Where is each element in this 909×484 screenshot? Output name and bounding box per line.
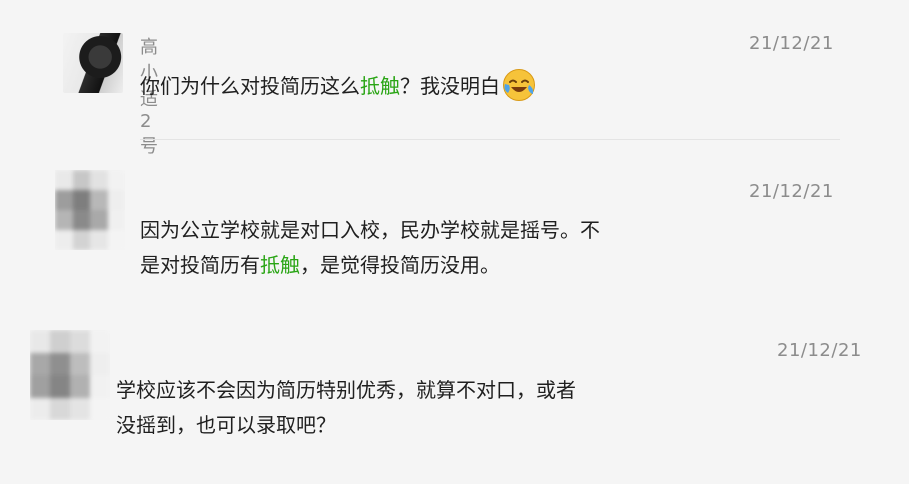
comment-text-part: 是对投简历有 <box>140 253 260 277</box>
comment-text-line: 没摇到，也可以录取吧？ <box>116 413 336 437</box>
comment-divider <box>140 139 840 140</box>
comment-text-line: 学校应该不会因为简历特别优秀，就算不对口，或者 <box>116 378 576 402</box>
avatar[interactable] <box>30 330 110 420</box>
comment-timestamp: 21/12/21 <box>777 340 862 361</box>
comment-text-line: 因为公立学校就是对口入校，民办学校就是摇号。不 <box>140 218 600 242</box>
blurred-avatar-image <box>30 330 110 420</box>
comment-text-line: 是对投简历有抵触，是觉得投简历没用。 <box>140 248 600 283</box>
comment-timestamp: 21/12/21 <box>749 181 834 202</box>
comment-text: 你们为什么对投简历这么抵触？我没明白 <box>140 68 536 105</box>
comment-text-part: 你们为什么对投简历这么 <box>140 74 360 98</box>
comment-text-part: ，是觉得投简历没用。 <box>300 253 500 277</box>
avatar[interactable] <box>63 33 123 93</box>
tears-of-joy-emoji-icon <box>503 68 535 101</box>
avatar-image <box>63 33 123 93</box>
comment-text: 因为公立学校就是对口入校，民办学校就是摇号。不 是对投简历有抵触，是觉得投简历没… <box>140 213 600 283</box>
highlighted-keyword: 抵触 <box>260 253 300 277</box>
avatar[interactable] <box>55 170 125 250</box>
blurred-avatar-image <box>55 170 125 250</box>
comment-text: 学校应该不会因为简历特别优秀，就算不对口，或者 没摇到，也可以录取吧？ <box>116 373 576 443</box>
comment-text-part: ？我没明白 <box>400 74 500 98</box>
comment-timestamp: 21/12/21 <box>749 33 834 54</box>
highlighted-keyword: 抵触 <box>360 74 400 98</box>
